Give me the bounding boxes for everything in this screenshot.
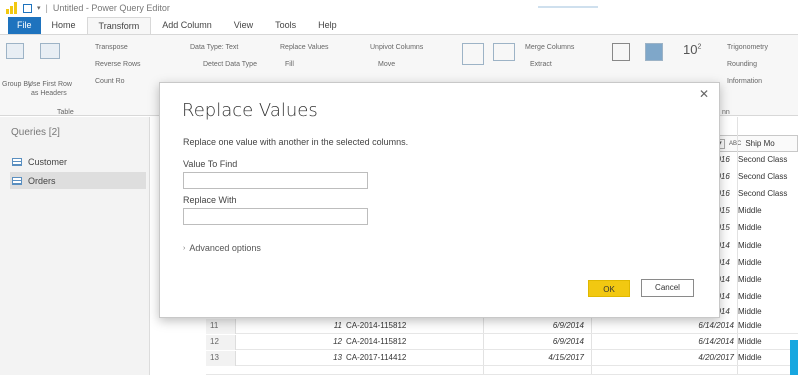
cell-ship-mode[interactable]: Middle: [738, 258, 762, 267]
query-item-label: Customer: [28, 156, 68, 167]
use-first-row-button[interactable]: Use First Row: [28, 81, 72, 88]
detect-data-type-button[interactable]: Detect Data Type: [203, 61, 257, 68]
save-icon[interactable]: [23, 3, 32, 13]
ok-button[interactable]: OK: [588, 280, 630, 297]
cell-row-id[interactable]: 13: [318, 353, 342, 362]
title-separator: |: [45, 3, 48, 13]
merge-columns-button[interactable]: Merge Columns: [525, 44, 574, 51]
window-title: Untitled - Power Query Editor: [52, 3, 170, 13]
advanced-options-toggle[interactable]: › Advanced options: [183, 243, 261, 253]
unpivot-columns-button[interactable]: Unpivot Columns: [370, 44, 423, 51]
cell-ship-mode[interactable]: Middle: [738, 241, 762, 250]
count-rows-button[interactable]: Count Ro: [95, 78, 125, 85]
cell-ship-mode[interactable]: Middle: [738, 292, 762, 301]
query-item-customer[interactable]: Customer: [10, 153, 146, 170]
abc-icon[interactable]: [493, 43, 515, 61]
cell-ship-mode[interactable]: Middle: [738, 206, 762, 215]
menu-add-column[interactable]: Add Column: [151, 17, 223, 34]
replace-values-dialog: Replace Values ✕ Replace one value with …: [159, 82, 720, 318]
cell-ship-mode[interactable]: Second Class: [738, 155, 787, 164]
cell-ship-mode[interactable]: Middle: [738, 275, 762, 284]
table-group-label: Table: [57, 109, 74, 116]
reverse-rows-button[interactable]: Reverse Rows: [95, 61, 141, 68]
move-button[interactable]: Move: [378, 61, 395, 68]
table-icon: [12, 157, 22, 166]
queries-pane: Queries [2] Customer Orders: [0, 117, 150, 375]
table-icon: [12, 176, 22, 185]
cell-ship-mode[interactable]: Middle: [738, 353, 762, 362]
cell-order-id[interactable]: CA-2014-115812: [346, 321, 406, 330]
value-to-find-input[interactable]: [183, 172, 368, 189]
cell-ship-mode[interactable]: Middle: [738, 223, 762, 232]
fill-button[interactable]: Fill: [285, 61, 294, 68]
cancel-button[interactable]: Cancel: [641, 279, 694, 297]
statistics-icon[interactable]: [612, 43, 630, 61]
advanced-options-label: Advanced options: [189, 243, 261, 253]
group-by-icon[interactable]: [6, 43, 24, 59]
cell-ship-date[interactable]: 6/14/2014: [642, 321, 734, 330]
queries-title: Queries [2]: [11, 127, 60, 138]
row-index: 12: [206, 335, 236, 350]
chevron-right-icon: ›: [183, 244, 186, 252]
replace-values-button[interactable]: Replace Values: [280, 44, 329, 51]
scientific-label[interactable]: 102: [683, 42, 701, 57]
cell-order-date[interactable]: 6/9/2014: [496, 337, 584, 346]
cell-ship-mode[interactable]: Middle: [738, 337, 762, 346]
progress-indicator: [538, 6, 598, 8]
information-button[interactable]: Information: [727, 78, 762, 85]
trigonometry-button[interactable]: Trigonometry: [727, 44, 768, 51]
menu-view[interactable]: View: [223, 17, 264, 34]
menu-help[interactable]: Help: [307, 17, 348, 34]
cell-ship-mode[interactable]: Middle: [738, 307, 762, 316]
scientific-base: 10: [683, 42, 698, 57]
dialog-description: Replace one value with another in the se…: [183, 137, 409, 147]
menu-home[interactable]: Home: [41, 17, 87, 34]
scientific-exponent: 2: [697, 43, 702, 51]
cell-ship-mode[interactable]: Second Class: [738, 189, 787, 198]
cell-row-id[interactable]: 12: [318, 337, 342, 346]
query-item-orders[interactable]: Orders: [10, 172, 146, 189]
column-header-ship-mode[interactable]: ▾ ABC Ship Mo: [710, 135, 798, 152]
cell-ship-date[interactable]: 4/20/2017: [642, 353, 734, 362]
cell-order-id[interactable]: CA-2017-114412: [346, 353, 406, 362]
cell-ship-mode[interactable]: Middle: [738, 321, 762, 330]
cell-order-date[interactable]: 6/9/2014: [496, 321, 584, 330]
data-type-dropdown[interactable]: Data Type: Text: [190, 44, 238, 51]
ribbon-group-fragment: nn: [722, 109, 730, 116]
menu-transform[interactable]: Transform: [86, 17, 152, 34]
transpose-button[interactable]: Transpose: [95, 44, 128, 51]
cell-order-date[interactable]: 4/15/2017: [496, 353, 584, 362]
power-bi-logo-icon: [6, 2, 18, 14]
table-row[interactable]: 12 12 CA-2014-115812 6/9/2014 6/14/2014 …: [206, 335, 798, 350]
cell-order-id[interactable]: CA-2014-115812: [346, 337, 406, 346]
menu-tools[interactable]: Tools: [264, 17, 307, 34]
text-type-icon[interactable]: ABC: [729, 141, 741, 147]
query-item-label: Orders: [28, 175, 56, 186]
use-first-row-icon[interactable]: [40, 43, 60, 59]
cell-ship-date[interactable]: 6/14/2014: [642, 337, 734, 346]
menu-bar: File Home Transform Add Column View Tool…: [0, 17, 798, 34]
row-index: 11: [206, 319, 236, 334]
table-row[interactable]: 11 11 CA-2014-115812 6/9/2014 6/14/2014 …: [206, 319, 798, 334]
cell-ship-mode[interactable]: Second Class: [738, 172, 787, 181]
accent-bar: [790, 340, 798, 375]
quick-access-dropdown-icon[interactable]: ▾: [37, 4, 41, 12]
replace-with-label: Replace With: [183, 195, 237, 205]
column-header-label: Ship Mo: [745, 139, 775, 148]
column-chart-icon[interactable]: [462, 43, 484, 65]
dialog-title: Replace Values: [182, 100, 318, 121]
rounding-button[interactable]: Rounding: [727, 61, 757, 68]
row-index: 13: [206, 351, 236, 366]
cell-row-id[interactable]: 11: [318, 321, 342, 330]
standard-icon[interactable]: [645, 43, 663, 61]
table-row[interactable]: 13 13 CA-2017-114412 4/15/2017 4/20/2017…: [206, 351, 798, 366]
close-icon[interactable]: ✕: [699, 87, 709, 101]
as-headers-label[interactable]: as Headers: [31, 90, 67, 97]
title-bar: ▾ | Untitled - Power Query Editor: [0, 0, 798, 16]
replace-with-input[interactable]: [183, 208, 368, 225]
table-row-partial: [206, 367, 798, 375]
menu-file[interactable]: File: [8, 17, 41, 34]
value-to-find-label: Value To Find: [183, 159, 238, 169]
extract-button[interactable]: Extract: [530, 61, 552, 68]
